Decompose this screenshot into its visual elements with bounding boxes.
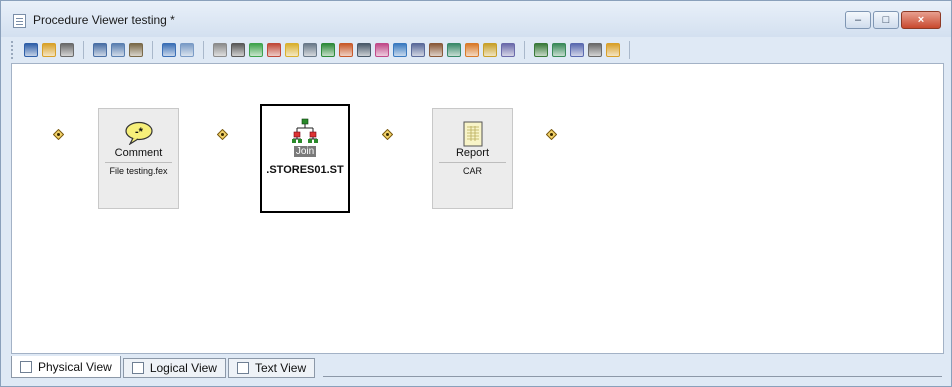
cut-icon[interactable]	[93, 43, 107, 57]
redo-icon[interactable]	[180, 43, 194, 57]
comment-node-subtitle: File testing.fex	[109, 166, 168, 176]
help-icon[interactable]	[429, 43, 443, 57]
component-icon[interactable]	[588, 43, 602, 57]
comment-node-title: Comment	[114, 147, 163, 159]
node-divider	[105, 162, 172, 163]
tree-icon[interactable]	[447, 43, 461, 57]
brush-icon[interactable]	[375, 43, 389, 57]
tag-icon[interactable]	[570, 43, 584, 57]
tab-text-view[interactable]: Text View	[227, 358, 316, 378]
print-icon[interactable]	[60, 43, 74, 57]
close-button[interactable]: ×	[901, 11, 941, 29]
flow-icon[interactable]	[483, 43, 497, 57]
save-icon[interactable]	[24, 43, 38, 57]
document-icon[interactable]	[357, 43, 371, 57]
toolbar-separator	[524, 41, 525, 59]
svg-text:-*: -*	[135, 126, 144, 138]
tab-physical-view[interactable]: Physical View	[11, 356, 121, 378]
title-bar[interactable]: Procedure Viewer testing * – □ ×	[1, 1, 951, 37]
comment-bubble-icon: -*	[124, 121, 153, 145]
window-controls: – □ ×	[845, 11, 941, 29]
match-icon[interactable]	[339, 43, 353, 57]
connect-icon[interactable]	[534, 43, 548, 57]
node-divider	[439, 162, 506, 163]
tabs-baseline	[323, 376, 942, 377]
join-node-subtitle: .STORES01.ST	[266, 164, 344, 176]
report-icon[interactable]	[213, 43, 227, 57]
undo-icon[interactable]	[162, 43, 176, 57]
report-node-title: Report	[455, 147, 490, 159]
join-icon[interactable]	[321, 43, 335, 57]
connector-diamond-icon[interactable]	[217, 129, 228, 140]
tab-text-view-label: Text View	[254, 361, 307, 375]
logical-view-icon	[131, 362, 144, 374]
open-icon[interactable]	[42, 43, 56, 57]
exit-icon[interactable]	[501, 43, 515, 57]
file-icon[interactable]	[303, 43, 317, 57]
globe-icon[interactable]	[393, 43, 407, 57]
copy-icon[interactable]	[111, 43, 125, 57]
toolbar	[11, 38, 943, 62]
report-node[interactable]: Report CAR	[432, 108, 513, 209]
toolbar-separator	[203, 41, 204, 59]
toolbar-separator	[152, 41, 153, 59]
define-icon[interactable]	[267, 43, 281, 57]
paste-icon[interactable]	[129, 43, 143, 57]
view-tabs: Physical View Logical View Text View	[11, 356, 317, 378]
text-view-icon	[236, 362, 249, 374]
minimize-button[interactable]: –	[845, 11, 871, 29]
procedure-viewer-window: Procedure Viewer testing * – □ × -* Comm…	[0, 0, 952, 387]
join-node[interactable]: Join .STORES01.ST	[260, 104, 350, 213]
diamond-icon[interactable]	[606, 43, 620, 57]
tab-logical-view[interactable]: Logical View	[122, 358, 226, 378]
join-node-title: Join	[294, 146, 316, 157]
toolbar-grip[interactable]	[11, 41, 16, 59]
toolbar-spacer	[639, 50, 943, 51]
sql-icon[interactable]	[231, 43, 245, 57]
connector-diamond-icon[interactable]	[546, 129, 557, 140]
tab-logical-view-label: Logical View	[149, 361, 217, 375]
graph-icon[interactable]	[249, 43, 263, 57]
connector-diamond-icon[interactable]	[382, 129, 393, 140]
connector-diamond-icon[interactable]	[53, 129, 64, 140]
physical-view-icon	[20, 360, 32, 373]
toolbar-separator	[629, 41, 630, 59]
chart-icon[interactable]	[285, 43, 299, 57]
window-title: Procedure Viewer testing *	[33, 13, 175, 27]
output-icon[interactable]	[411, 43, 425, 57]
tab-physical-view-label: Physical View	[38, 359, 112, 374]
link-icon[interactable]	[552, 43, 566, 57]
window-icon	[13, 14, 26, 28]
report-node-subtitle: CAR	[462, 166, 482, 176]
toolbar-separator	[83, 41, 84, 59]
maximize-button[interactable]: □	[873, 11, 899, 29]
join-tree-icon	[292, 118, 318, 143]
report-document-icon	[463, 121, 482, 147]
comment-node[interactable]: -* Comment File testing.fex	[98, 108, 179, 209]
sql-wand-icon[interactable]	[465, 43, 479, 57]
procedure-canvas[interactable]: -* Comment File testing.fex Join .STORES…	[11, 63, 944, 354]
